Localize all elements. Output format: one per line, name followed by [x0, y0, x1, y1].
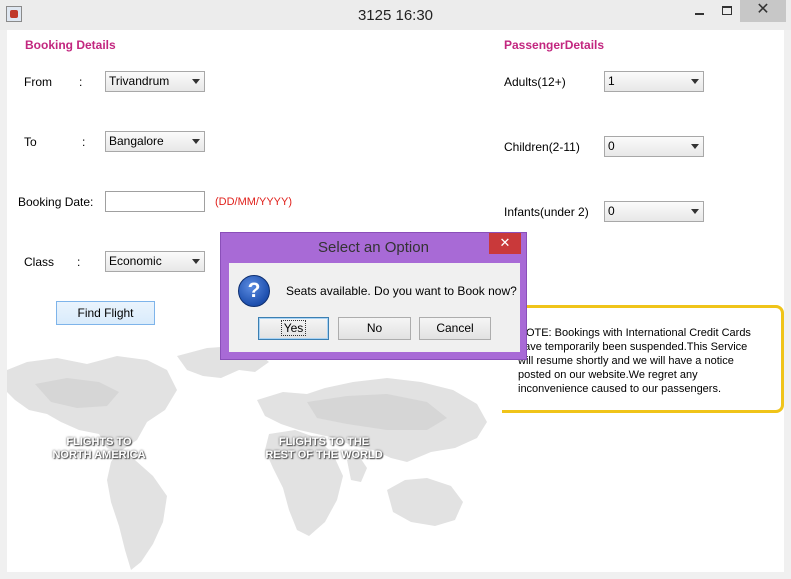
from-label: From — [24, 75, 52, 89]
booking-date-input[interactable] — [105, 191, 205, 212]
to-select[interactable]: Bangalore — [105, 131, 205, 152]
to-colon: : — [82, 135, 86, 149]
notice-line-5: inconvenience caused to our passengers. — [518, 383, 722, 395]
from-colon: : — [79, 75, 83, 89]
notice-line-3: will resume shortly and we will have a n… — [518, 355, 734, 367]
rest-of-world-label-line1: FLIGHTS TO THE — [278, 436, 370, 448]
north-america-label-line1: FLIGHTS TO — [66, 436, 132, 448]
chevron-down-icon — [691, 79, 699, 84]
date-format-hint: (DD/MM/YYYY) — [215, 196, 292, 208]
dialog-message: Seats available. Do you want to Book now… — [286, 284, 517, 298]
chevron-down-icon — [691, 144, 699, 149]
cancel-button[interactable]: Cancel — [419, 317, 491, 340]
to-select-value: Bangalore — [109, 134, 164, 148]
class-select[interactable]: Economic — [105, 251, 205, 272]
main-window: 3125 16:30 ✕ Booking Details From : Triv… — [0, 0, 791, 579]
maximize-button[interactable] — [713, 0, 740, 22]
booking-details-heading: Booking Details — [25, 38, 116, 52]
notice-line-4: posted on our website.We regret any — [518, 369, 698, 381]
children-select[interactable]: 0 — [604, 136, 704, 157]
to-label: To — [24, 135, 37, 149]
class-select-value: Economic — [109, 254, 162, 268]
chevron-down-icon — [192, 79, 200, 84]
minimize-button[interactable] — [686, 0, 713, 22]
infants-select[interactable]: 0 — [604, 201, 704, 222]
rest-of-world-map-label[interactable]: FLIGHTS TO THE REST OF THE WORLD — [259, 436, 389, 462]
find-flight-button[interactable]: Find Flight — [56, 301, 155, 325]
booking-date-label: Booking Date: — [18, 195, 94, 209]
world-map: FLIGHTS TO NORTH AMERICA FLIGHTS TO THE … — [7, 330, 502, 572]
children-label: Children(2-11) — [504, 140, 580, 154]
close-icon: ✕ — [499, 235, 511, 250]
from-select-value: Trivandrum — [109, 74, 170, 88]
credit-card-notice: NOTE: Bookings with International Credit… — [502, 305, 784, 413]
north-america-map-label[interactable]: FLIGHTS TO NORTH AMERICA — [49, 436, 149, 462]
adults-select[interactable]: 1 — [604, 71, 704, 92]
close-icon: ✕ — [756, 1, 770, 18]
notice-line-2: have temporarily been suspended.This Ser… — [518, 341, 748, 353]
dialog-body: ? Seats available. Do you want to Book n… — [229, 263, 520, 352]
chevron-down-icon — [192, 139, 200, 144]
adults-label: Adults(12+) — [504, 75, 566, 89]
no-button[interactable]: No — [338, 317, 411, 340]
rest-of-world-label-line2: REST OF THE WORLD — [265, 449, 383, 461]
from-select[interactable]: Trivandrum — [105, 71, 205, 92]
notice-line-1: NOTE: Bookings with International Credit… — [518, 327, 751, 339]
children-select-value: 0 — [608, 139, 615, 153]
select-option-dialog: Select an Option ✕ ? Seats available. Do… — [220, 232, 527, 360]
class-colon: : — [77, 255, 81, 269]
yes-button-label: Yes — [280, 320, 307, 336]
infants-select-value: 0 — [608, 204, 615, 218]
dialog-close-button[interactable]: ✕ — [489, 233, 521, 254]
maximize-icon — [721, 6, 732, 15]
window-title: 3125 16:30 — [357, 7, 434, 24]
yes-button[interactable]: Yes — [258, 317, 329, 340]
chevron-down-icon — [192, 259, 200, 264]
minimize-icon — [695, 13, 704, 15]
question-icon: ? — [238, 275, 270, 307]
north-america-label-line2: NORTH AMERICA — [52, 449, 146, 461]
close-button[interactable]: ✕ — [740, 0, 786, 22]
adults-select-value: 1 — [608, 74, 615, 88]
class-label: Class — [24, 255, 55, 269]
infants-label: Infants(under 2) — [504, 205, 589, 219]
dialog-title: Select an Option — [318, 239, 429, 256]
passenger-details-heading: PassengerDetails — [504, 38, 605, 52]
title-bar: 3125 16:30 ✕ — [0, 0, 791, 30]
chevron-down-icon — [691, 209, 699, 214]
